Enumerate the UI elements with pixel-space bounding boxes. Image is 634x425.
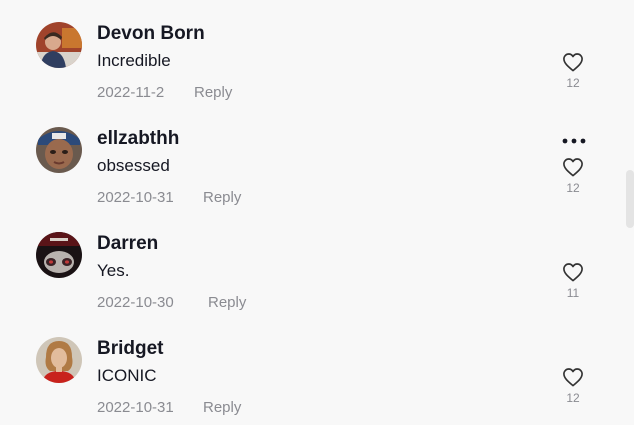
reply-button[interactable]: Reply xyxy=(203,399,241,416)
like-count: 11 xyxy=(566,286,580,300)
comment-username[interactable]: Darren xyxy=(97,233,158,255)
comment-date: 2022-11-2 xyxy=(97,84,165,101)
like-count: 12 xyxy=(566,391,580,405)
avatar[interactable] xyxy=(36,337,82,383)
comment-text: Incredible xyxy=(97,51,171,70)
like-button[interactable]: 12 xyxy=(558,367,588,405)
avatar[interactable] xyxy=(36,232,82,278)
reply-button[interactable]: Reply xyxy=(208,294,246,311)
comment-text: obsessed xyxy=(97,156,170,175)
like-button[interactable]: 12 xyxy=(558,52,588,90)
comment-username[interactable]: Bridget xyxy=(97,338,164,360)
heart-outline-icon xyxy=(563,158,583,177)
comment-item: Darren Yes. 2022-10-30 Reply 11 xyxy=(0,232,634,337)
reply-button[interactable]: Reply xyxy=(194,84,232,101)
heart-outline-icon xyxy=(563,53,583,72)
like-count: 12 xyxy=(566,76,580,90)
avatar[interactable] xyxy=(36,127,82,173)
comment-username[interactable]: Devon Born xyxy=(97,23,205,45)
comment-date: 2022-10-31 xyxy=(97,189,174,206)
scrollbar[interactable] xyxy=(626,170,634,228)
like-count: 12 xyxy=(566,181,580,195)
reply-button[interactable]: Reply xyxy=(203,189,241,206)
more-horizontal-icon xyxy=(562,138,586,144)
comment-item: Devon Born Incredible 2022-11-2 Reply 12 xyxy=(0,22,634,127)
heart-outline-icon xyxy=(563,368,583,387)
like-button[interactable]: 12 xyxy=(558,157,588,195)
comment-text: ICONIC xyxy=(97,366,157,385)
like-button[interactable]: 11 xyxy=(558,262,588,300)
comment-date: 2022-10-31 xyxy=(97,399,174,416)
more-options-button[interactable] xyxy=(561,134,587,146)
comment-username[interactable]: ellzabthh xyxy=(97,128,179,150)
comment-date: 2022-10-30 xyxy=(97,294,174,311)
comment-item: Bridget ICONIC 2022-10-31 Reply 12 xyxy=(0,337,634,425)
heart-outline-icon xyxy=(563,263,583,282)
comment-list: Devon Born Incredible 2022-11-2 Reply 12… xyxy=(0,0,634,425)
avatar[interactable] xyxy=(36,22,82,68)
comment-item: ellzabthh obsessed 2022-10-31 Reply 12 xyxy=(0,127,634,232)
comment-text: Yes. xyxy=(97,261,130,280)
